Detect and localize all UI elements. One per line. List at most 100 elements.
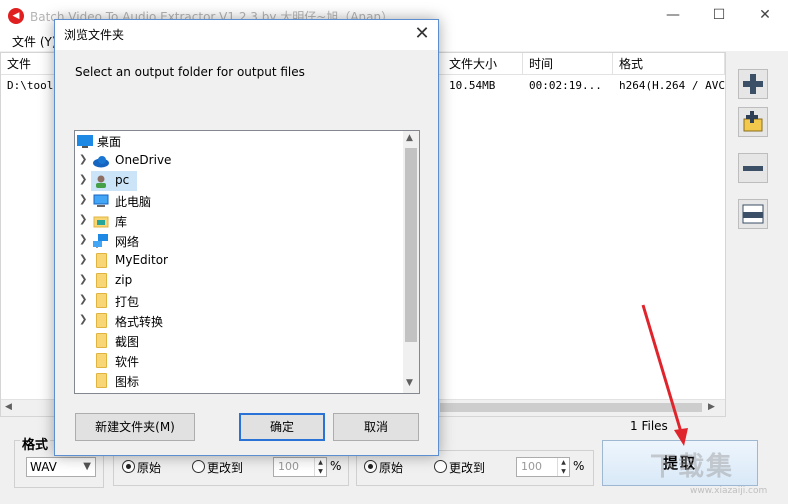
cancel-button[interactable]: 取消 [333, 413, 419, 441]
tree-item-myeditor[interactable]: ❯ MyEditor [75, 251, 403, 271]
minimize-button[interactable]: — [650, 0, 696, 31]
user-icon [96, 175, 106, 188]
remove-file-button[interactable] [738, 153, 768, 183]
chevron-down-icon: ▼ [83, 461, 91, 472]
value-stepper-2-text: 100 [521, 460, 542, 473]
chevron-right-icon[interactable]: ❯ [79, 154, 87, 165]
tree-item-label: 图标 [115, 375, 140, 389]
dialog-instruction: Select an output folder for output files [75, 65, 305, 79]
scroll-left-icon[interactable]: ◀ [5, 402, 12, 412]
folder-icon [96, 333, 107, 348]
chevron-right-icon[interactable]: ❯ [79, 314, 87, 325]
clear-icon [742, 204, 764, 224]
stepper-arrows-icon[interactable]: ▲ ▼ [557, 458, 569, 476]
tree-item-label: 软件 [115, 355, 140, 369]
tree-item-label: 截图 [115, 335, 140, 349]
tree-item-desktop[interactable]: 桌面 [75, 131, 403, 151]
tree-item-pc[interactable]: ❯ pc [75, 171, 403, 191]
desktop-icon [77, 135, 93, 148]
scroll-up-icon[interactable]: ▲ [406, 133, 413, 143]
clear-list-button[interactable] [738, 199, 768, 229]
tree-item-onedrive[interactable]: ❯ OneDrive [75, 151, 403, 171]
value-stepper-1[interactable]: 100 ▲ ▼ [273, 457, 327, 477]
tree-scroll-thumb[interactable] [405, 148, 417, 342]
chevron-right-icon[interactable]: ❯ [79, 194, 87, 205]
tree-item-label: 格式转换 [115, 315, 164, 329]
chevron-right-icon[interactable]: ❯ [79, 214, 87, 225]
original-label-2: 原始 [379, 461, 404, 475]
cloud-icon [93, 156, 109, 168]
folder-icon [96, 273, 107, 288]
folder-icon [96, 313, 107, 328]
change-radio-1[interactable] [192, 460, 205, 473]
tree-item-label: 打包 [115, 295, 140, 309]
menu-file[interactable]: 文件 (Y) [12, 33, 57, 50]
tree-item-label: OneDrive [115, 153, 172, 167]
format-select[interactable]: WAV ▼ [26, 457, 96, 477]
dialog-title: 浏览文件夹 [64, 28, 125, 42]
tree-item-label: pc [115, 173, 130, 187]
tree-item-label: 此电脑 [115, 195, 152, 209]
add-icon [743, 74, 763, 94]
tree-item-format-convert[interactable]: ❯ 格式转换 [75, 311, 403, 331]
add-folder-button[interactable] [738, 107, 768, 137]
row-file-time[interactable]: 00:02:19... [523, 77, 613, 95]
percent-unit-1: % [330, 459, 342, 473]
tree-item-pack[interactable]: ❯ 打包 [75, 291, 403, 311]
watermark-url: www.xiazaiji.com [690, 486, 768, 496]
folder-icon [96, 373, 107, 388]
folder-icon [96, 353, 107, 368]
chevron-right-icon[interactable]: ❯ [79, 274, 87, 285]
row-file-size[interactable]: 10.54MB [443, 77, 523, 95]
new-folder-button[interactable]: 新建文件夹(M) [75, 413, 195, 441]
remove-icon [743, 166, 763, 171]
column-header-time[interactable]: 时间 [523, 53, 613, 75]
value-stepper-2[interactable]: 100 ▲ ▼ [516, 457, 570, 477]
add-file-button[interactable] [738, 69, 768, 99]
network-icon [93, 234, 108, 248]
format-value: WAV [30, 460, 57, 474]
tree-item-label: 库 [115, 215, 128, 229]
chevron-right-icon[interactable]: ❯ [79, 174, 87, 185]
chevron-right-icon[interactable]: ❯ [79, 294, 87, 305]
folder-icon [96, 253, 107, 268]
percent-unit-2: % [573, 459, 585, 473]
tree-item-this-pc[interactable]: ❯ 此电脑 [75, 191, 403, 211]
close-button[interactable]: ✕ [742, 0, 788, 31]
column-header-size[interactable]: 文件大小 [443, 53, 523, 75]
dialog-close-button[interactable]: ✕ [406, 20, 438, 50]
computer-icon [93, 194, 109, 207]
tree-item-label: zip [115, 273, 133, 287]
original-radio-2[interactable] [364, 460, 377, 473]
files-count: 1 Files [630, 419, 668, 433]
tree-item-network[interactable]: ❯ 网络 [75, 231, 403, 251]
chevron-right-icon[interactable]: ❯ [79, 234, 87, 245]
app-icon: ◀ [8, 8, 24, 24]
original-radio-1[interactable] [122, 460, 135, 473]
tree-item-library[interactable]: ❯ 库 [75, 211, 403, 231]
maximize-button[interactable]: ☐ [696, 0, 742, 31]
tree-item-label: MyEditor [115, 253, 168, 267]
change-radio-2[interactable] [434, 460, 447, 473]
add-folder-icon [743, 111, 763, 132]
chevron-right-icon[interactable]: ❯ [79, 254, 87, 265]
change-label-2: 更改到 [449, 461, 486, 475]
scroll-right-icon[interactable]: ▶ [708, 402, 715, 412]
format-label: 格式 [20, 434, 51, 453]
stepper-arrows-icon[interactable]: ▲ ▼ [314, 458, 326, 476]
scroll-down-icon[interactable]: ▼ [406, 378, 413, 388]
row-file-format[interactable]: h264(H.264 / AVC [613, 77, 725, 95]
tree-item-icons[interactable]: 图标 [75, 371, 403, 391]
ok-button[interactable]: 确定 [239, 413, 325, 441]
tree-item-zip[interactable]: ❯ zip [75, 271, 403, 291]
change-label-1: 更改到 [207, 461, 244, 475]
original-label-1: 原始 [137, 461, 162, 475]
library-icon [93, 216, 109, 228]
tree-item-label: 网络 [115, 235, 140, 249]
tree-item-screenshots[interactable]: 截图 [75, 331, 403, 351]
tree-item-software[interactable]: 软件 [75, 351, 403, 371]
column-header-format[interactable]: 格式 [613, 53, 725, 75]
value-stepper-1-text: 100 [278, 460, 299, 473]
horizontal-scroll-thumb[interactable] [440, 403, 702, 412]
folder-icon [96, 293, 107, 308]
